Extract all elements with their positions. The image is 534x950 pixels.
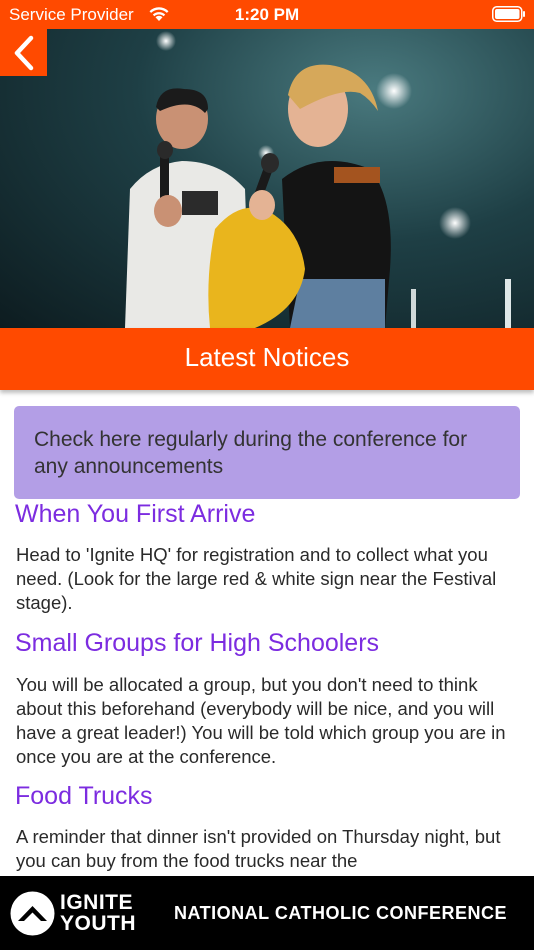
back-button[interactable] <box>0 29 47 76</box>
brand-line-2: YOUTH <box>60 912 136 935</box>
section-body-food-trucks: A reminder that dinner isn't provided on… <box>16 826 501 871</box>
footer-brand: IGNITE YOUTH <box>60 892 136 934</box>
announcement-banner: Check here regularly during the conferen… <box>14 406 520 499</box>
battery-icon <box>492 6 525 22</box>
section-heading-small-groups: Small Groups for High Schoolers <box>15 629 380 657</box>
brand-line-1: IGNITE <box>60 891 134 914</box>
section-body-small-groups: You will be allocated a group, but you d… <box>16 674 506 767</box>
footer-tagline: NATIONAL CATHOLIC CONFERENCE <box>174 903 507 923</box>
chevron-left-icon <box>14 35 33 70</box>
ignite-logo-icon <box>10 891 55 936</box>
section-body-arrival: Head to 'Ignite HQ' for registration and… <box>16 544 497 613</box>
clock: 1:20 PM <box>234 5 300 24</box>
hero-image <box>0 29 534 328</box>
status-bar: Service Provider 1:20 PM <box>0 0 534 29</box>
notices-content[interactable]: Check here regularly during the conferen… <box>0 393 534 876</box>
footer-banner: IGNITE YOUTH NATIONAL CATHOLIC CONFERENC… <box>0 876 534 950</box>
page-title: Latest Notices <box>0 328 534 390</box>
section-heading-food-trucks: Food Trucks <box>15 782 153 810</box>
section-heading-arrival: When You First Arrive <box>15 500 256 528</box>
